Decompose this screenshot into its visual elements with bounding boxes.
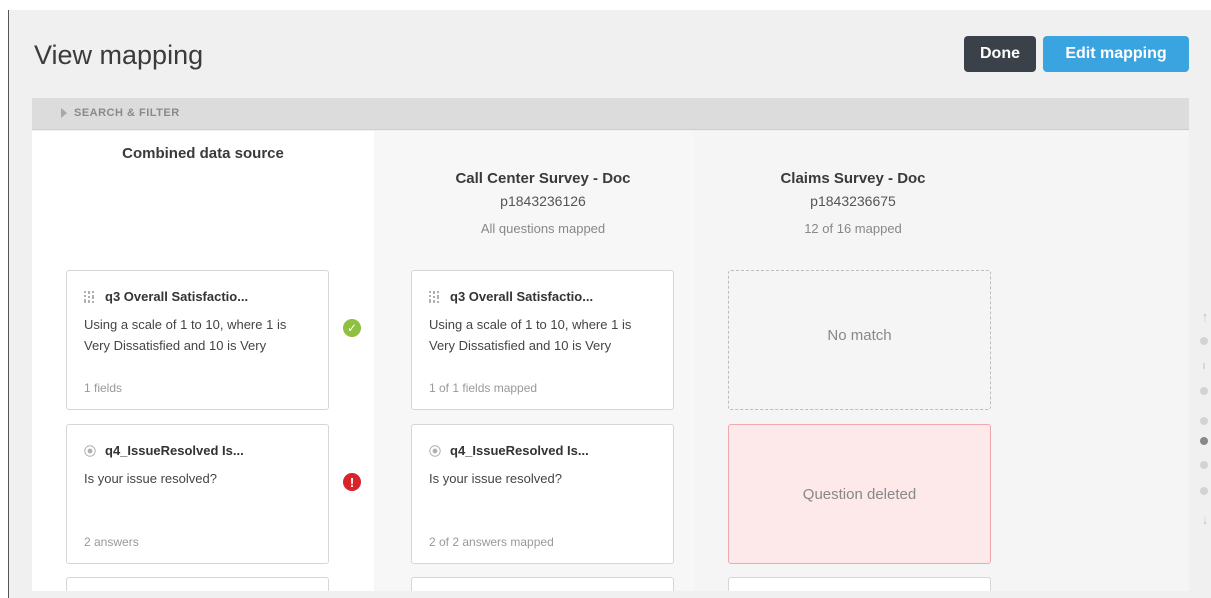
question-text: Is your issue resolved? bbox=[84, 471, 217, 486]
matrix-icon bbox=[429, 290, 439, 303]
question-text: Using a scale of 1 to 10, where 1 is Ver… bbox=[84, 317, 287, 353]
pager-divider bbox=[1203, 363, 1205, 369]
vertical-pager[interactable]: ↑ ↓ bbox=[1197, 309, 1211, 555]
radio-icon bbox=[84, 444, 96, 457]
combined-column-header: Combined data source bbox=[32, 145, 374, 162]
search-filter-label: SEARCH & FILTER bbox=[74, 107, 180, 119]
combined-question-card[interactable]: q3 Overall Satisfactio... Using a scale … bbox=[66, 270, 329, 410]
source2-question-card[interactable] bbox=[728, 577, 991, 591]
mapped-check-icon: ✓ bbox=[343, 319, 361, 337]
edit-mapping-button[interactable]: Edit mapping bbox=[1043, 36, 1189, 72]
source1-question-card[interactable] bbox=[411, 577, 674, 591]
page-title: View mapping bbox=[34, 40, 204, 70]
done-button[interactable]: Done bbox=[964, 36, 1036, 72]
pager-dot-active[interactable] bbox=[1200, 437, 1208, 445]
expand-triangle-icon bbox=[61, 108, 67, 118]
radio-icon bbox=[429, 444, 441, 457]
pager-dot[interactable] bbox=[1200, 337, 1208, 345]
pager-dot[interactable] bbox=[1200, 387, 1208, 395]
no-match-placeholder[interactable]: No match bbox=[728, 270, 991, 410]
search-filter-toggle[interactable]: SEARCH & FILTER bbox=[32, 98, 1189, 130]
source2-id: p1843236675 bbox=[810, 193, 896, 209]
source2-column-header: Claims Survey - Doc p1843236675 12 of 16… bbox=[721, 170, 985, 236]
pager-dot[interactable] bbox=[1200, 417, 1208, 425]
error-alert-icon: ! bbox=[343, 473, 361, 491]
question-title: q3 Overall Satisfactio... bbox=[105, 289, 249, 304]
question-title: q3 Overall Satisfactio... bbox=[450, 289, 594, 304]
source1-question-card[interactable]: q3 Overall Satisfactio... Using a scale … bbox=[411, 270, 674, 410]
matrix-icon bbox=[84, 290, 94, 303]
source1-question-card[interactable]: q4_IssueResolved Is... Is your issue res… bbox=[411, 424, 674, 564]
source1-mapping-status: All questions mapped bbox=[480, 221, 606, 236]
question-text: Is your issue resolved? bbox=[429, 471, 562, 486]
question-title: q4_IssueResolved Is... bbox=[105, 443, 244, 458]
scroll-down-arrow-icon[interactable]: ↓ bbox=[1198, 512, 1211, 527]
question-meta: 2 answers bbox=[84, 535, 139, 549]
question-deleted-label: Question deleted bbox=[802, 485, 917, 503]
scroll-up-arrow-icon[interactable]: ↑ bbox=[1198, 309, 1211, 324]
source2-mapping-status: 12 of 16 mapped bbox=[804, 221, 902, 236]
combined-question-card[interactable]: q4_IssueResolved Is... Is your issue res… bbox=[66, 424, 329, 564]
combined-question-card[interactable] bbox=[66, 577, 329, 591]
source1-column-header: Call Center Survey - Doc p1843236126 All… bbox=[397, 170, 689, 236]
question-text: Using a scale of 1 to 10, where 1 is Ver… bbox=[429, 317, 632, 353]
question-meta: 1 of 1 fields mapped bbox=[429, 381, 538, 395]
question-title: q4_IssueResolved Is... bbox=[450, 443, 589, 458]
question-meta: 1 fields bbox=[84, 381, 123, 395]
no-match-label: No match bbox=[827, 326, 892, 344]
mapping-grid: Combined data source Call Center Survey … bbox=[32, 131, 1189, 591]
pager-dot[interactable] bbox=[1200, 461, 1208, 469]
source1-id: p1843236126 bbox=[500, 193, 586, 209]
question-deleted-card[interactable]: Question deleted bbox=[728, 424, 991, 564]
pager-dot[interactable] bbox=[1200, 487, 1208, 495]
question-meta: 2 of 2 answers mapped bbox=[429, 535, 554, 549]
view-mapping-window: View mapping Done Edit mapping SEARCH & … bbox=[8, 10, 1211, 598]
combined-column-name: Combined data source bbox=[122, 145, 284, 162]
source1-name: Call Center Survey - Doc bbox=[455, 170, 631, 187]
source2-name: Claims Survey - Doc bbox=[780, 170, 926, 187]
